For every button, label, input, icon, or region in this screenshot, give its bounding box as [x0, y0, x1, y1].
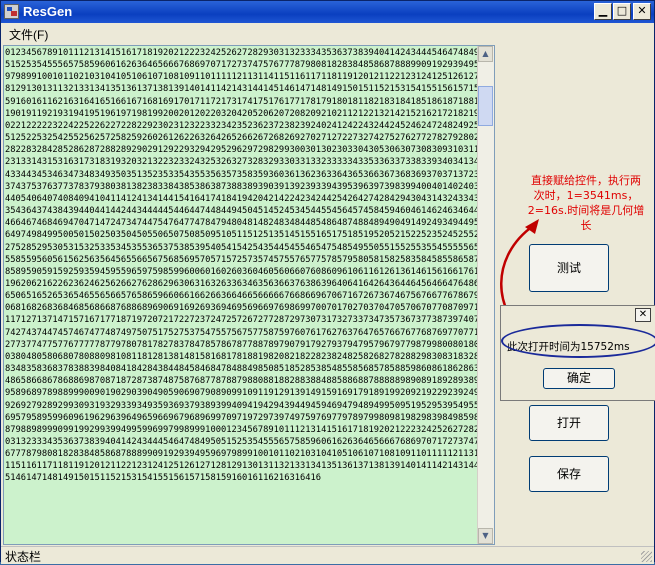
highlight-ellipse [501, 324, 655, 358]
maximize-button[interactable]: □ [613, 3, 631, 20]
scroll-up-icon: ▲ [482, 49, 489, 58]
dialog-title-bar[interactable]: ✕ [501, 306, 655, 324]
close-button[interactable]: ✕ [633, 3, 651, 20]
close-icon: ✕ [638, 309, 648, 320]
title-bar[interactable]: ResGen ▁ □ ✕ [1, 1, 654, 23]
content-textbox[interactable]: 0123456789101112131415161718192021222324… [3, 45, 495, 545]
save-button[interactable]: 保存 [529, 456, 609, 492]
menu-bar: 文件(F) [1, 23, 654, 43]
resize-grip[interactable] [641, 551, 652, 562]
status-text: 状态栏 [5, 550, 42, 564]
menu-file[interactable]: 文件(F) [4, 25, 53, 44]
maximize-icon: □ [616, 4, 628, 17]
minimize-icon: ▁ [598, 4, 608, 17]
app-icon [4, 4, 19, 19]
dialog-ok-button[interactable]: 确定 [543, 368, 615, 389]
scroll-down-button[interactable]: ▼ [478, 528, 493, 544]
open-button[interactable]: 打开 [529, 405, 609, 441]
main-window: ResGen ▁ □ ✕ 文件(F) 012345678910111213141… [0, 0, 655, 564]
close-icon: ✕ [637, 4, 647, 17]
window-title: ResGen [23, 4, 73, 19]
scroll-thumb[interactable] [478, 86, 493, 126]
scroll-down-icon: ▼ [482, 531, 489, 540]
dialog-close-button[interactable]: ✕ [635, 308, 651, 322]
content-text: 0123456789101112131415161718192021222324… [5, 48, 490, 484]
minimize-button[interactable]: ▁ [594, 3, 612, 20]
status-bar: 状态栏 [1, 546, 654, 564]
scroll-up-button[interactable]: ▲ [478, 46, 493, 62]
